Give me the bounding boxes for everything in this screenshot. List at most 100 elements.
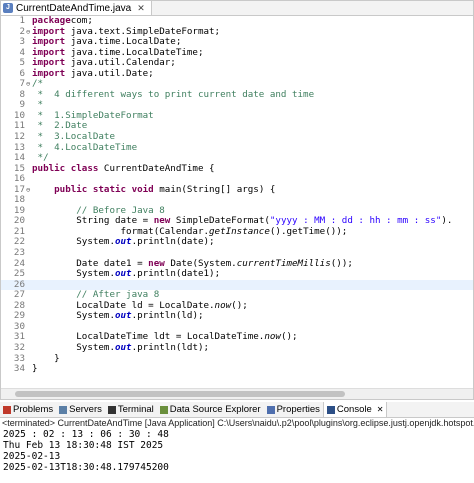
code-token: java.time.LocalDate; bbox=[65, 36, 182, 48]
view-tab-label: Terminal bbox=[117, 404, 154, 415]
code-token: ().getTime()); bbox=[269, 225, 348, 237]
code-token: package bbox=[32, 15, 71, 26]
code-token: new bbox=[153, 215, 171, 227]
code-token: Date(System. bbox=[164, 257, 237, 269]
code-token: out bbox=[114, 268, 132, 280]
console-icon bbox=[326, 405, 335, 414]
code-token: /* bbox=[32, 78, 44, 90]
code-token: ()); bbox=[330, 257, 353, 269]
code-token: */ bbox=[32, 152, 49, 164]
code-token: ). bbox=[441, 215, 453, 227]
editor-tab-title: CurrentDateAndTime.java bbox=[16, 2, 132, 14]
code-token: format(Calendar. bbox=[32, 225, 210, 237]
code-text: } bbox=[32, 363, 38, 375]
code-token: LocalDate ld = LocalDate. bbox=[32, 299, 215, 311]
view-tab[interactable]: Properties bbox=[264, 402, 323, 417]
code-text: import java.util.Date; bbox=[32, 67, 154, 80]
code-token: currentTimeMillis bbox=[236, 257, 331, 269]
code-token: * 2.Date bbox=[32, 120, 88, 132]
code-text: public class CurrentDateAndTime { bbox=[32, 163, 215, 175]
code-line[interactable]: 6 import java.util.Date; bbox=[1, 67, 473, 80]
editor-tab-bar: J CurrentDateAndTime.java ✕ bbox=[1, 1, 473, 16]
code-text: System.out.println(ld); bbox=[32, 310, 204, 322]
code-token: .println(ldt); bbox=[131, 341, 210, 353]
view-tab-label: Problems bbox=[13, 404, 54, 415]
code-token: java.text.SimpleDateFormat; bbox=[65, 25, 221, 37]
problems-icon bbox=[3, 405, 11, 414]
code-editor[interactable]: J CurrentDateAndTime.java ✕ 1 packagecom;… bbox=[0, 0, 474, 400]
code-line[interactable]: 17 ⊖ public static void main(String[] arg… bbox=[1, 183, 473, 196]
view-tab[interactable]: Problems bbox=[0, 402, 56, 417]
code-token: new bbox=[148, 257, 165, 269]
code-line[interactable]: 13 * 4.LocalDateTime bbox=[1, 142, 473, 154]
view-tab-label: Data Source Explorer bbox=[169, 404, 261, 415]
terminal-icon bbox=[107, 405, 116, 414]
view-tab[interactable]: Console ✕ bbox=[322, 402, 388, 417]
code-line[interactable]: 22 System.out.println(date); bbox=[1, 237, 473, 248]
code-line[interactable]: 34} bbox=[1, 363, 473, 375]
code-line[interactable]: 25 System.out.println(date1); bbox=[1, 268, 473, 280]
close-icon[interactable]: ✕ bbox=[137, 3, 145, 14]
line-number: 1 bbox=[19, 15, 25, 26]
view-tab-bar: Problems Servers Terminal Data Source Explo… bbox=[0, 402, 474, 418]
console-output-line: 2025 : 02 : 13 : 06 : 30 : 48 bbox=[3, 429, 169, 440]
code-token: main(String[] args) { bbox=[153, 183, 276, 195]
code-token: .println(date); bbox=[131, 236, 215, 248]
code-text: System.out.println(date); bbox=[32, 236, 215, 248]
console-output-line: 2025-02-13T18:30:48.179745200 bbox=[3, 462, 169, 473]
code-text: public static void main(String[] args) { bbox=[32, 183, 276, 196]
code-token: System. bbox=[32, 236, 115, 248]
console-panel[interactable]: <terminated> CurrentDateAndTime [Java Ap… bbox=[0, 418, 474, 483]
code-token: import bbox=[32, 25, 66, 37]
view-tab[interactable]: Data Source Explorer bbox=[157, 402, 264, 417]
code-token: com; bbox=[70, 15, 93, 26]
editor-tab[interactable]: J CurrentDateAndTime.java ✕ bbox=[1, 1, 152, 15]
view-tab-label: Properties bbox=[276, 404, 320, 415]
code-token: out bbox=[114, 236, 132, 248]
console-output-line: Thu Feb 13 18:30:48 IST 2025 bbox=[3, 440, 164, 451]
line-number: 34 bbox=[13, 363, 25, 375]
close-icon[interactable]: ✕ bbox=[377, 405, 384, 414]
code-line[interactable]: 29 System.out.println(ld); bbox=[1, 311, 473, 322]
code-token: .println(ld); bbox=[131, 310, 204, 322]
code-token: out bbox=[114, 310, 132, 322]
horizontal-scrollbar[interactable] bbox=[1, 388, 473, 399]
line-number: 12 bbox=[13, 131, 25, 143]
view-tab[interactable]: Servers bbox=[56, 402, 105, 417]
properties-icon bbox=[266, 405, 275, 414]
code-token: * 3.LocalDate bbox=[32, 131, 115, 143]
code-token: String date = bbox=[32, 215, 154, 227]
code-token: now bbox=[264, 331, 281, 343]
code-line[interactable]: 15 public class CurrentDateAndTime { bbox=[1, 163, 473, 175]
line-number: 23 bbox=[13, 247, 25, 259]
code-token: public static void bbox=[54, 183, 154, 195]
code-token: * 1.SimpleDateFormat bbox=[32, 109, 154, 121]
code-token: import bbox=[32, 36, 66, 48]
code-token: import bbox=[32, 46, 66, 58]
code-token: "yyyy : MM : dd : hh : mm : ss" bbox=[269, 215, 442, 227]
console-status: <terminated> CurrentDateAndTime [Java Ap… bbox=[2, 418, 474, 428]
java-file-icon: J bbox=[3, 3, 13, 13]
code-area[interactable]: 1 packagecom; 2 ⊖ import java.text.SimpleDat… bbox=[1, 15, 473, 375]
code-token: // After java 8 bbox=[32, 289, 160, 301]
code-token: Date date1 = bbox=[32, 257, 149, 269]
code-token: import bbox=[32, 67, 66, 79]
code-token: getInstance bbox=[209, 225, 270, 237]
code-token: .println(date1); bbox=[131, 268, 221, 280]
code-token: (); bbox=[231, 299, 248, 311]
code-token: System. bbox=[32, 341, 115, 353]
code-line[interactable]: 32 System.out.println(ldt); bbox=[1, 341, 473, 354]
scrollbar-thumb[interactable] bbox=[15, 391, 345, 397]
view-tab-label: Servers bbox=[69, 404, 102, 415]
code-token: LocalDateTime ldt = LocalDateTime. bbox=[32, 331, 265, 343]
code-token: } bbox=[32, 363, 38, 375]
code-token: * bbox=[32, 99, 44, 111]
code-line[interactable]: 33 } bbox=[1, 352, 473, 365]
view-tab[interactable]: Terminal bbox=[105, 402, 157, 417]
servers-icon bbox=[59, 405, 68, 414]
data-source-icon bbox=[159, 405, 168, 414]
code-token: java.time.LocalDateTime; bbox=[65, 46, 204, 58]
code-token: } bbox=[32, 352, 60, 364]
code-line[interactable]: 8 * 4 different ways to print current da… bbox=[1, 89, 473, 101]
